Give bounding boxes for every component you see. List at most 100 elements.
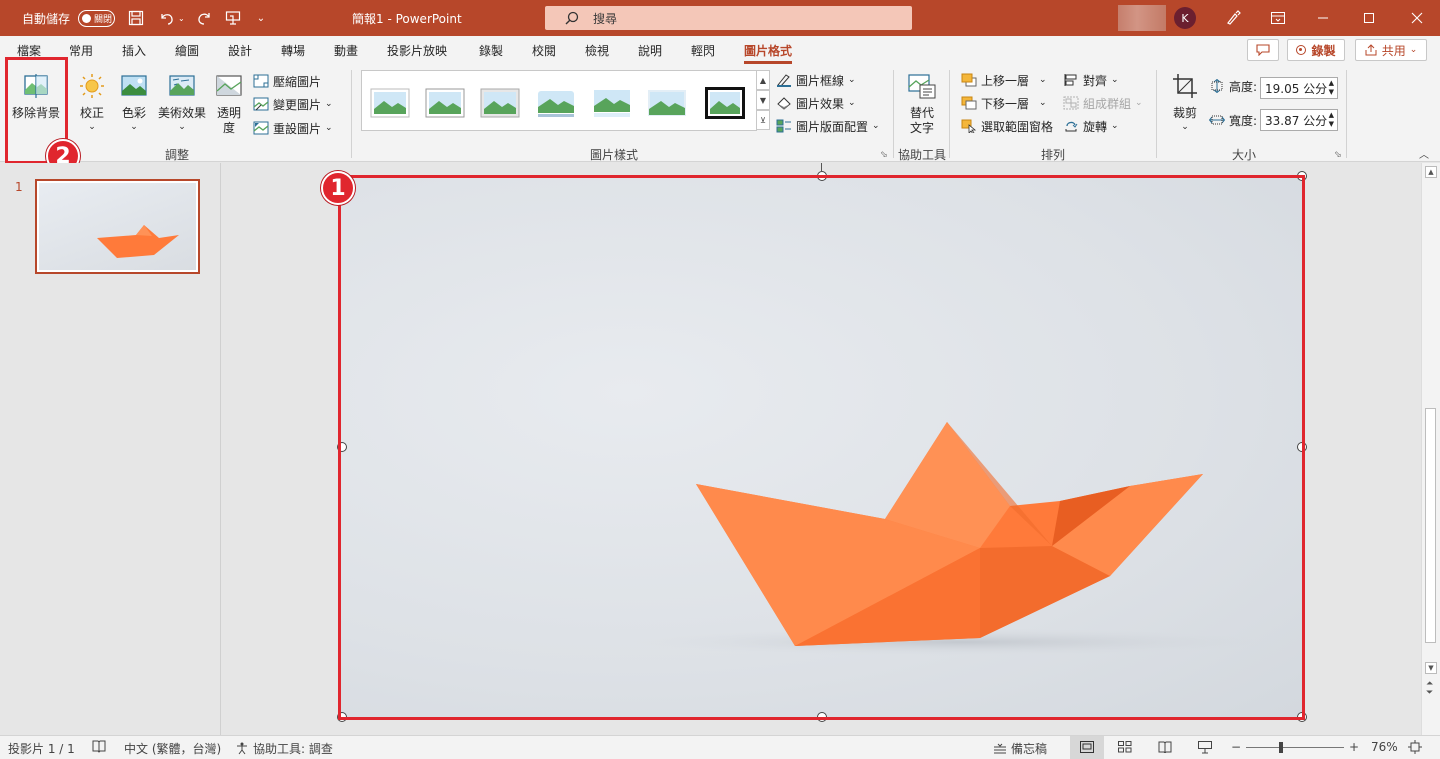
style-thumb-4[interactable] xyxy=(536,87,576,119)
search-box[interactable]: 搜尋 xyxy=(545,6,912,30)
redo-icon[interactable] xyxy=(193,0,215,36)
minimize-icon[interactable] xyxy=(1300,0,1346,36)
tab-design[interactable]: 設計 xyxy=(228,42,252,59)
record-button[interactable]: 錄製 xyxy=(1287,39,1345,61)
tab-slideshow[interactable]: 投影片放映 xyxy=(387,42,447,59)
spelling-icon[interactable] xyxy=(92,740,106,753)
tab-record[interactable]: 錄製 xyxy=(479,42,503,59)
accessibility-status[interactable]: 協助工具: 調查 xyxy=(235,740,333,757)
gallery-more[interactable]: ⊻ xyxy=(756,110,770,130)
color-button[interactable]: 色彩 ⌄ xyxy=(117,72,151,132)
collapse-ribbon-icon[interactable]: ︿ xyxy=(1419,146,1429,161)
tab-picture-format[interactable]: 圖片格式 xyxy=(744,42,793,64)
send-backward-button[interactable]: 下移一層 ⌄ xyxy=(961,94,1047,112)
picture-border-button[interactable]: 圖片框線 ⌄ xyxy=(776,71,856,89)
tab-review[interactable]: 校閱 xyxy=(532,42,556,59)
group-divider xyxy=(351,70,352,158)
tab-view[interactable]: 檢視 xyxy=(585,42,609,59)
scroll-down-icon[interactable]: ▼ xyxy=(1425,662,1437,674)
tab-insert[interactable]: 插入 xyxy=(122,42,146,59)
selection-pane-button[interactable]: 選取範圍窗格 xyxy=(961,117,1053,135)
undo-dropdown-icon[interactable]: ⌄ xyxy=(178,0,185,36)
avatar[interactable]: K xyxy=(1174,7,1196,29)
style-thumb-2[interactable] xyxy=(425,87,465,119)
transparency-button[interactable]: 透明 度 xyxy=(213,72,245,135)
artistic-effects-button[interactable]: 美術效果 ⌄ xyxy=(156,72,208,132)
zoom-out-icon[interactable]: − xyxy=(1231,740,1241,754)
change-picture-icon xyxy=(253,97,269,111)
align-button[interactable]: 對齊 ⌄ xyxy=(1063,71,1119,89)
zoom-slider-thumb[interactable] xyxy=(1279,742,1283,753)
vertical-scrollbar[interactable]: ▲ ▼ ⏶ ⏷ xyxy=(1421,163,1440,735)
maximize-icon[interactable] xyxy=(1346,0,1392,36)
share-dropdown-icon[interactable]: ⌄ xyxy=(1410,45,1418,55)
highlight-box-picture xyxy=(338,175,1305,720)
slide-sorter-icon[interactable] xyxy=(1118,741,1132,753)
notes-label: 備忘稿 xyxy=(1011,742,1048,756)
share-button[interactable]: 共用 ⌄ xyxy=(1355,39,1427,61)
reset-picture-button[interactable]: 重設圖片 ⌄ xyxy=(253,119,333,137)
reading-view-icon[interactable] xyxy=(1158,741,1172,753)
gallery-scroll-up[interactable]: ▲ xyxy=(756,70,770,90)
style-thumb-7-selected[interactable] xyxy=(704,86,746,120)
compress-pictures-button[interactable]: 壓縮圖片 xyxy=(253,72,321,90)
style-thumb-1[interactable] xyxy=(370,87,410,119)
previous-slide-icon[interactable]: ⏶ ⏷ xyxy=(1426,680,1433,698)
rotate-label: 旋轉 xyxy=(1083,119,1108,134)
alt-text-label-1: 替代 xyxy=(909,106,934,120)
chevron-down-icon: ⌄ xyxy=(325,123,333,133)
tab-transitions[interactable]: 轉場 xyxy=(281,42,305,59)
group-button[interactable]: 組成群組 ⌄ xyxy=(1063,94,1143,112)
scroll-up-icon[interactable]: ▲ xyxy=(1425,166,1437,178)
picture-border-icon xyxy=(777,74,791,87)
size-launcher-icon[interactable]: ⬂ xyxy=(1334,150,1342,160)
picture-layout-button[interactable]: 圖片版面配置 ⌄ xyxy=(776,117,880,135)
picture-effects-button[interactable]: 圖片效果 ⌄ xyxy=(776,94,856,112)
width-down-icon[interactable]: ▼ xyxy=(1329,120,1334,129)
customize-qat-icon[interactable]: ⌄ xyxy=(250,0,272,36)
slideshow-icon[interactable] xyxy=(1198,741,1212,754)
zoom-level[interactable]: 76% xyxy=(1371,740,1398,754)
close-icon[interactable] xyxy=(1394,0,1440,36)
record-label: 錄製 xyxy=(1311,43,1336,58)
style-thumb-6[interactable] xyxy=(647,87,687,119)
normal-view-button[interactable] xyxy=(1070,736,1104,759)
autosave-toggle[interactable]: 關閉 xyxy=(78,0,115,36)
search-placeholder: 搜尋 xyxy=(593,11,618,26)
ribbon-display-icon[interactable] xyxy=(1255,0,1301,36)
pen-icon[interactable] xyxy=(1210,0,1256,36)
zoom-slider-track[interactable] xyxy=(1246,747,1344,748)
width-input[interactable]: 33.87 公分 ▲ ▼ xyxy=(1260,109,1338,131)
accessibility-icon xyxy=(237,742,247,755)
gallery-scroll-down[interactable]: ▼ xyxy=(756,90,770,110)
height-down-icon[interactable]: ▼ xyxy=(1329,88,1334,97)
save-icon[interactable] xyxy=(125,0,147,36)
style-thumb-3[interactable] xyxy=(480,87,520,119)
transparency-label-1: 透明 xyxy=(216,106,241,120)
comments-button[interactable] xyxy=(1247,39,1279,61)
tab-home[interactable]: 常用 xyxy=(69,42,93,59)
corrections-button[interactable]: 校正 ⌄ xyxy=(74,72,110,132)
fit-to-window-icon[interactable] xyxy=(1408,740,1422,754)
zoom-in-icon[interactable]: + xyxy=(1349,740,1359,754)
present-icon[interactable] xyxy=(222,0,244,36)
crop-button[interactable]: 裁剪 ⌄ xyxy=(1166,72,1204,132)
tab-animations[interactable]: 動畫 xyxy=(334,42,358,59)
tab-help[interactable]: 說明 xyxy=(638,42,662,59)
alt-text-button[interactable]: 替代 文字 xyxy=(901,72,943,135)
undo-icon[interactable] xyxy=(156,0,178,36)
picture-styles-launcher-icon[interactable]: ⬂ xyxy=(880,150,888,160)
rotate-button[interactable]: 旋轉 ⌄ xyxy=(1063,117,1119,135)
height-input[interactable]: 19.05 公分 ▲ ▼ xyxy=(1260,77,1338,99)
notes-button[interactable]: 備忘稿 xyxy=(993,740,1047,757)
change-picture-button[interactable]: 變更圖片 ⌄ xyxy=(253,95,333,113)
scrollbar-thumb[interactable] xyxy=(1425,408,1436,643)
height-up-icon[interactable]: ▲ xyxy=(1329,79,1334,88)
tab-flash[interactable]: 輕閃 xyxy=(691,42,715,59)
width-up-icon[interactable]: ▲ xyxy=(1329,111,1334,120)
bring-forward-button[interactable]: 上移一層 ⌄ xyxy=(961,71,1047,89)
style-thumb-5[interactable] xyxy=(592,87,632,119)
tab-draw[interactable]: 繪圖 xyxy=(175,42,199,59)
language-status[interactable]: 中文 (繁體，台灣) xyxy=(124,740,221,757)
slide-thumbnail[interactable] xyxy=(35,179,200,274)
